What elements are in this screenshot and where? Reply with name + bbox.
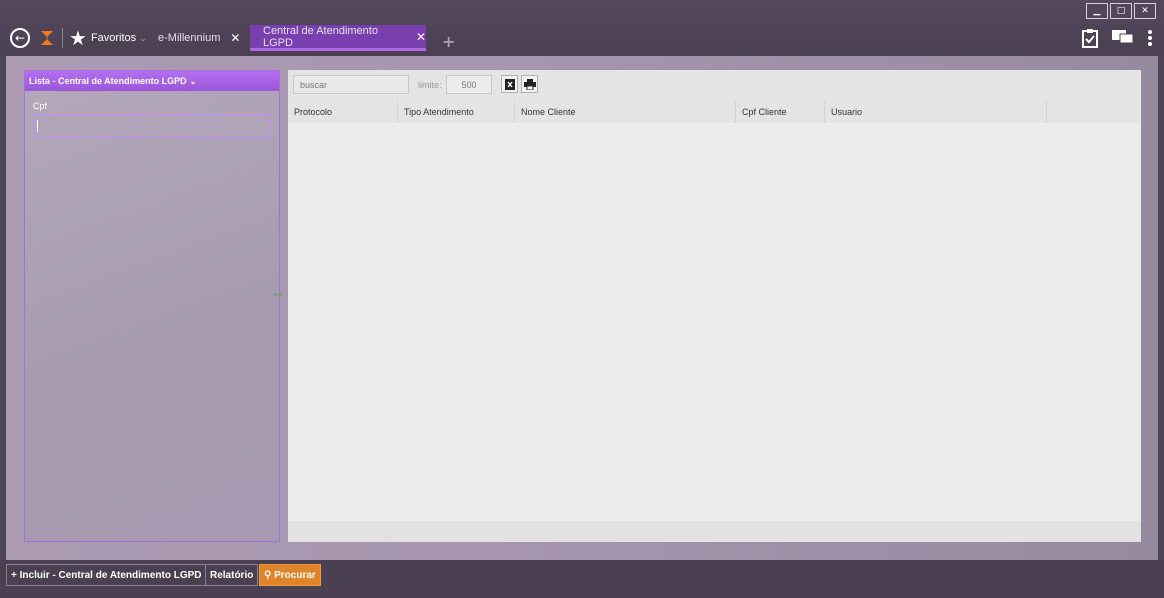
report-button[interactable]: Relatório <box>205 564 259 586</box>
print-icon <box>523 78 536 90</box>
clipboard-check-icon[interactable] <box>1082 28 1098 48</box>
filter-panel-title: Lista - Central de Atendimento LGPD <box>29 76 187 86</box>
grid-header: Protocolo Tipo Atendimento Nome Cliente … <box>288 101 1141 123</box>
cpf-label: Cpf <box>33 101 48 111</box>
grid-footer <box>288 521 1141 542</box>
search-input[interactable]: buscar <box>293 75 409 94</box>
action-bar: + Incluir - Central de Atendimento LGPD … <box>0 560 1164 598</box>
include-button[interactable]: + Incluir - Central de Atendimento LGPD <box>6 564 207 586</box>
limit-input[interactable]: 500 <box>446 75 492 94</box>
close-tab-icon[interactable]: ✕ <box>416 30 426 44</box>
tab-label: Central de Atendimento LGPD <box>263 24 378 49</box>
close-window-button[interactable]: ✕ <box>1134 3 1156 19</box>
chevron-down-icon[interactable]: ⌄ <box>189 76 197 86</box>
cpf-input[interactable] <box>33 115 271 137</box>
search-button-label: Procurar <box>274 570 316 581</box>
grid-body <box>288 123 1141 521</box>
maximize-button[interactable]: □ <box>1110 3 1132 19</box>
favorites-label[interactable]: Favoritos <box>91 32 136 44</box>
minimize-button[interactable]: ▁ <box>1086 3 1108 19</box>
close-tab-icon[interactable]: ✕ <box>230 31 240 45</box>
tab-e-millennium[interactable]: e-Millennium ✕ <box>158 25 240 51</box>
export-excel-button[interactable] <box>501 75 518 93</box>
search-icon: ⚲ <box>264 570 272 581</box>
workspace: Lista - Central de Atendimento LGPD ⌄ Cp… <box>6 56 1158 560</box>
back-arrow-icon[interactable]: ← <box>10 28 30 48</box>
column-header-nome-cliente[interactable]: Nome Cliente <box>515 101 736 123</box>
tab-label: e-Millennium <box>158 32 221 44</box>
chat-icon[interactable] <box>1112 30 1134 46</box>
resize-handle-icon[interactable]: ↔ <box>273 288 282 301</box>
column-header-cpf-cliente[interactable]: Cpf Cliente <box>736 101 825 123</box>
add-tab-icon[interactable]: + <box>442 32 455 51</box>
filter-panel-header[interactable]: Lista - Central de Atendimento LGPD ⌄ <box>25 71 279 91</box>
app-logo-icon[interactable] <box>38 29 56 47</box>
filter-panel: Lista - Central de Atendimento LGPD ⌄ Cp… <box>24 70 280 542</box>
nav-area: ← ★ Favoritos ⌄ <box>10 26 147 50</box>
column-header-protocolo[interactable]: Protocolo <box>288 101 398 123</box>
nav-divider <box>62 28 63 48</box>
excel-icon <box>504 78 515 90</box>
window-controls: ▁ □ ✕ <box>1086 3 1156 19</box>
tab-central-atendimento[interactable]: Central de Atendimento LGPD ✕ <box>250 25 426 51</box>
grid-toolbar: buscar limite: 500 <box>288 70 1141 101</box>
chevron-down-icon[interactable]: ⌄ <box>139 33 147 44</box>
column-header-tipo-atendimento[interactable]: Tipo Atendimento <box>398 101 515 123</box>
print-button[interactable] <box>521 75 538 93</box>
title-bar: ▁ □ ✕ ← ★ Favoritos ⌄ e-Millennium ✕ Cen… <box>0 0 1164 56</box>
search-button[interactable]: ⚲ Procurar <box>259 564 321 586</box>
star-icon[interactable]: ★ <box>69 28 87 48</box>
more-vertical-icon[interactable] <box>1148 30 1152 46</box>
top-right-toolbar <box>1082 28 1152 48</box>
results-grid: buscar limite: 500 Protocolo Tipo Atendi… <box>288 70 1141 542</box>
limit-label: limite: <box>418 80 442 90</box>
column-header-usuario[interactable]: Usuario <box>825 101 1047 123</box>
